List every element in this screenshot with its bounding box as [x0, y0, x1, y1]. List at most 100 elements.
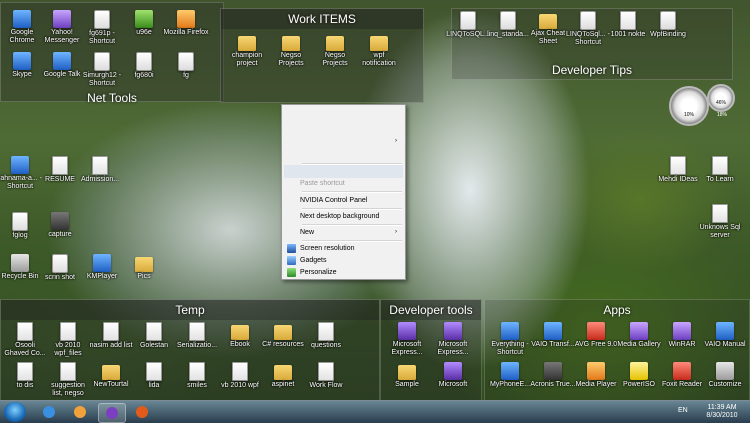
document-icon — [189, 362, 205, 381]
desktop-icon-scrin-shot[interactable]: scrin shot — [36, 254, 84, 282]
desktop[interactable]: Net Tools Google Chrome Yahoo! Messenger f… — [0, 0, 750, 400]
taskbar-internet-explorer-button[interactable] — [36, 403, 62, 421]
icon-label: Microsoft — [438, 381, 468, 388]
desktop-icon-to-dis[interactable]: to dis — [3, 362, 47, 390]
menu-item-nvidia-control-panel[interactable]: NVIDIA Control Panel — [284, 194, 403, 207]
icon-label: fg680i — [134, 72, 154, 79]
desktop-icon-golestan[interactable]: Golestan — [132, 322, 176, 350]
icon-label: linq_standa... — [487, 31, 529, 38]
desktop-icon-aspinet[interactable]: aspinet — [261, 362, 305, 389]
app-icon — [673, 362, 691, 380]
desktop-icon-media-gallery[interactable]: Media Gallery — [616, 322, 662, 349]
app-icon — [11, 156, 29, 174]
menu-item-label: New — [300, 229, 315, 236]
desktop-icon-linqtosql-shortcut[interactable]: LINQToSql... - Shortcut — [566, 11, 610, 47]
folder-icon — [274, 365, 292, 380]
desktop-icon-wpf-notification[interactable]: wpf notification — [357, 33, 401, 68]
desktop-icon-simurgh12-shortcut[interactable]: Simurgh12 - Shortcut — [78, 52, 126, 88]
desktop-icon-media-player[interactable]: Media Player — [573, 362, 619, 389]
desktop-icon-microsoft-express[interactable]: Microsoft Express... — [429, 322, 477, 357]
shortcut-icon — [94, 10, 110, 29]
menu-item-sort-by[interactable]: › — [284, 135, 403, 147]
desktop-icon-to-learn[interactable]: To Learn — [696, 156, 744, 184]
menu-item-personalize[interactable]: Personalize — [284, 266, 403, 279]
desktop-icon-everything-shortcut[interactable]: Everything - Shortcut — [487, 322, 533, 357]
app-icon — [53, 10, 71, 28]
desktop-icon-foxit-reader[interactable]: Foxit Reader — [659, 362, 705, 389]
desktop-icon-newtourtal[interactable]: NewTourtal — [89, 362, 133, 389]
taskbar-firefox-button[interactable] — [129, 403, 155, 421]
desktop-icon-serializatio[interactable]: Serializatio... — [175, 322, 219, 350]
desktop-icon-work-flow[interactable]: Work Flow — [304, 362, 348, 390]
language-indicator[interactable]: EN — [678, 407, 688, 414]
desktop-icon-kmplayer[interactable]: KMPlayer — [78, 254, 126, 281]
desktop-icon-customize[interactable]: Customize — [702, 362, 748, 389]
desktop-icon-nasim-add-list[interactable]: nasim add list — [89, 322, 133, 350]
shortcut-icon — [500, 11, 516, 30]
desktop-icon-u96e[interactable]: u96e — [120, 10, 168, 37]
desktop-icon-ajax-cheat-sheet[interactable]: Ajax Cheat Sheet — [526, 11, 570, 46]
app-icon — [135, 10, 153, 28]
taskbar-yahoo-messenger-button[interactable] — [98, 403, 126, 423]
folder-icon — [231, 325, 249, 340]
desktop-icon-pics[interactable]: Pics — [120, 254, 168, 281]
menu-item-next-desktop-background[interactable]: Next desktop background — [284, 210, 403, 223]
icon-label: champion project — [231, 52, 263, 67]
desktop-icon-myphonee[interactable]: MyPhoneE... — [487, 362, 533, 389]
desktop-icon-fg[interactable]: fg — [162, 52, 210, 80]
desktop-icon-questions[interactable]: questions — [304, 322, 348, 350]
desktop-icon-c-resources[interactable]: C# resources — [261, 322, 305, 349]
desktop-icon-sample[interactable]: Sample — [383, 362, 431, 389]
folder-icon — [370, 36, 388, 51]
start-button[interactable] — [4, 402, 26, 422]
desktop-icon-negso-projects[interactable]: Negso Projects — [269, 33, 313, 68]
menu-item-new[interactable]: New › — [284, 226, 403, 239]
desktop-icon-capture[interactable]: capture — [36, 212, 84, 239]
folder-icon — [274, 325, 292, 340]
desktop-icon-winrar[interactable]: WinRAR — [659, 322, 705, 349]
menu-item-view[interactable] — [284, 107, 403, 119]
desktop-icon-poweriso[interactable]: PowerISO — [616, 362, 662, 389]
desktop-icon-mehdi-ideas[interactable]: Mehdi IDeas — [654, 156, 702, 184]
desktop-icon-negso-projects[interactable]: Negso Projects — [313, 33, 357, 68]
desktop-icon-microsoft-express[interactable]: Microsoft Express... — [383, 322, 431, 357]
app-icon — [544, 362, 562, 380]
icon-label: Ebook — [230, 341, 250, 348]
desktop-icon-1001-nokte[interactable]: 1001 nokte — [606, 11, 650, 39]
desktop-icon-lida[interactable]: lida — [132, 362, 176, 390]
desktop-icon-vb-2010-wpf[interactable]: vb 2010 wpf — [218, 362, 262, 390]
desktop-icon-osooli-ghaved-co[interactable]: Osooli Ghaved Co... — [3, 322, 47, 358]
desktop-icon-linqtosql[interactable]: LINQToSQL... — [446, 11, 490, 39]
desktop-icon-fg691p-shortcut[interactable]: fg691p - Shortcut — [78, 10, 126, 46]
menu-item-refresh[interactable] — [284, 149, 403, 161]
document-icon — [712, 156, 728, 175]
document-icon — [60, 322, 76, 341]
document-icon — [670, 156, 686, 175]
desktop-icon-vb-2010-wpf-files[interactable]: vb 2010 wpf_files — [46, 322, 90, 358]
desktop-icon-suggestion-list-negso[interactable]: suggestion list, negso — [46, 362, 90, 398]
desktop-icon-smiles[interactable]: smiles — [175, 362, 219, 390]
fence-title: Developer Tips — [551, 63, 633, 77]
desktop-icon-vaio-manual[interactable]: VAIO Manual — [702, 322, 748, 349]
desktop-icon-ebook[interactable]: Ebook — [218, 322, 262, 349]
desktop-icon-microsoft[interactable]: Microsoft — [429, 362, 477, 389]
desktop-icon-mozilla-firefox[interactable]: Mozilla Firefox — [162, 10, 210, 37]
menu-item-paste-shortcut[interactable]: Paste shortcut — [284, 177, 403, 190]
desktop-icon-champion-project[interactable]: champion project — [225, 33, 269, 68]
desktop-icon-admission[interactable]: Admission... — [76, 156, 124, 184]
desktop-icon-fg680i[interactable]: fg680i — [120, 52, 168, 80]
document-icon — [146, 362, 162, 381]
desktop-icon-unknows-sql-server[interactable]: Unknows Sql server — [696, 204, 744, 240]
desktop-icon-wpfbinding[interactable]: WpfBinding — [646, 11, 690, 39]
submenu-arrow-icon: › — [395, 229, 397, 235]
desktop-icon-linq-standa[interactable]: linq_standa... — [486, 11, 530, 39]
desktop-icon-acronis-true[interactable]: Acronis True... — [530, 362, 576, 389]
cpu-meter-gadget[interactable]: 10% 46% 18% — [667, 84, 735, 130]
submenu-arrow-icon: › — [395, 138, 397, 144]
desktop-icon-avg-free-9-0[interactable]: AVG Free 9.0 — [573, 322, 619, 349]
taskbar-media-player-button[interactable] — [67, 403, 93, 421]
internet-explorer-icon — [43, 406, 55, 418]
icon-label: nasim add list — [89, 342, 133, 349]
system-clock[interactable]: 11:39 AM 8/30/2010 — [700, 404, 744, 420]
desktop-icon-vaio-transf[interactable]: VAIO Transf... — [530, 322, 576, 349]
